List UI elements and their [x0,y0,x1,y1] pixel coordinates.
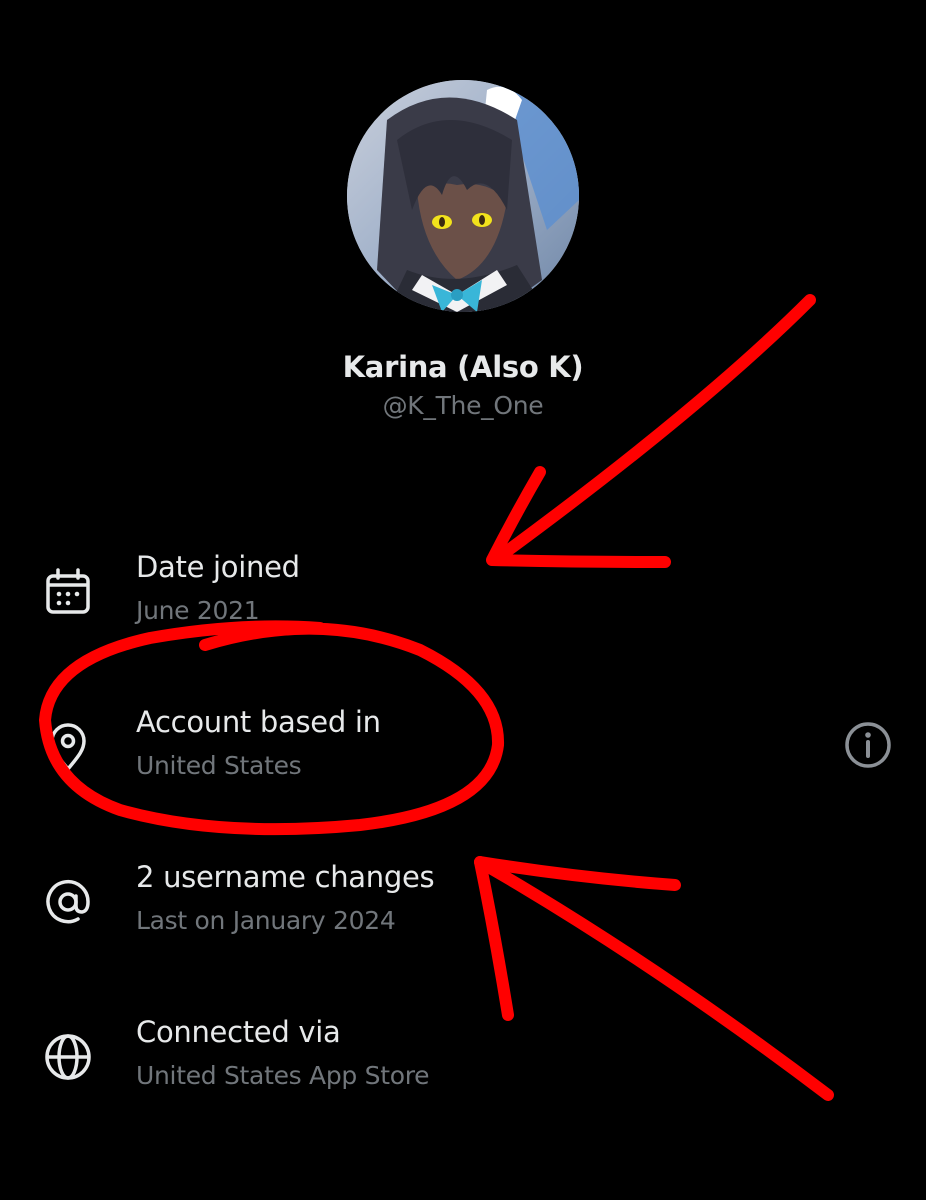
username-handle: @K_The_One [382,391,544,420]
info-row-subtitle: Last on January 2024 [136,906,396,935]
calendar-icon [40,564,96,620]
avatar[interactable] [347,80,579,312]
info-row-subtitle: United States App Store [136,1061,430,1090]
info-row-connected-via: Connected via United States App Store [0,1015,926,1125]
at-sign-icon [40,874,96,930]
info-row-title: Connected via [136,1015,341,1049]
info-row-title: Account based in [136,705,381,739]
info-row-date-joined: Date joined June 2021 [0,550,926,660]
info-row-account-based-in: Account based in United States [0,705,926,815]
info-row-title: 2 username changes [136,860,435,894]
globe-icon [40,1029,96,1085]
annotation-arrow-top [489,294,816,566]
info-row-subtitle: United States [136,751,302,780]
info-row-username-changes: 2 username changes Last on January 2024 [0,860,926,970]
info-row-subtitle: June 2021 [136,596,260,625]
info-icon[interactable] [840,717,896,773]
anime-character-avatar [347,80,579,312]
info-row-title: Date joined [136,550,300,584]
annotation-arrow-top-head [486,466,671,568]
location-pin-icon [40,719,96,775]
display-name: Karina (Also K) [342,350,584,384]
